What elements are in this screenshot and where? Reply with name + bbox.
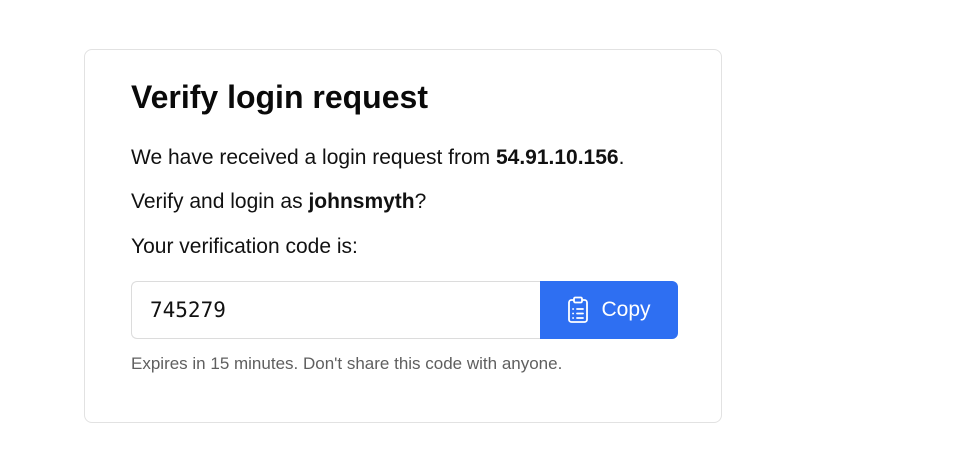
copy-button[interactable]: Copy bbox=[540, 281, 678, 339]
ip-address: 54.91.10.156 bbox=[495, 146, 619, 169]
verify-prefix: Verify and login as bbox=[131, 190, 309, 213]
username: johnsmyth bbox=[308, 190, 415, 213]
card-title: Verify login request bbox=[131, 79, 428, 115]
verification-code-field[interactable]: 745279 bbox=[131, 281, 540, 339]
login-request-text: We have received a login request from 54… bbox=[131, 144, 624, 172]
expiry-hint: Expires in 15 minutes. Don't share this … bbox=[131, 354, 563, 373]
verify-user-text: Verify and login as johnsmyth? bbox=[131, 188, 426, 216]
request-prefix: We have received a login request from bbox=[131, 146, 496, 169]
verify-login-card: Verify login request We have received a … bbox=[84, 49, 722, 423]
request-suffix: . bbox=[618, 146, 625, 169]
code-copy-group: 745279 Copy bbox=[131, 281, 678, 339]
code-label: Your verification code is: bbox=[131, 235, 358, 258]
verify-suffix: ? bbox=[414, 190, 427, 213]
clipboard-icon bbox=[567, 296, 589, 324]
copy-button-label: Copy bbox=[601, 298, 651, 321]
